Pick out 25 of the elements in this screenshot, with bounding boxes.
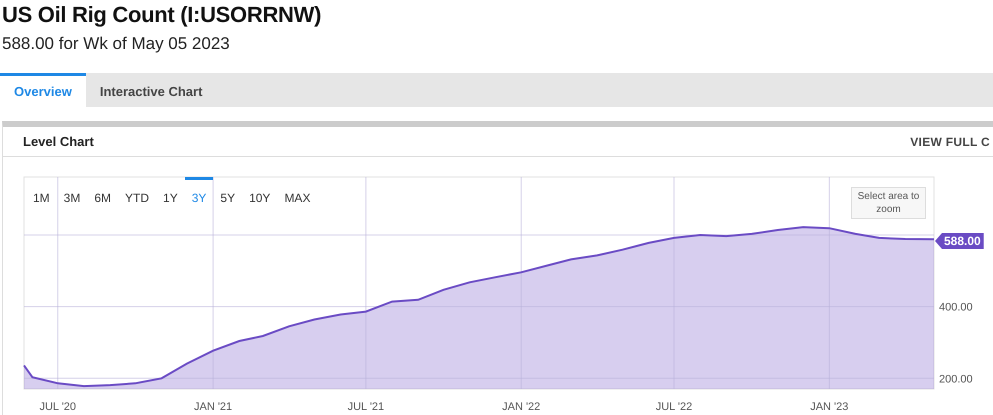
range-button[interactable]: 10Y (242, 177, 278, 209)
y-axis-label: 200.00 (939, 373, 973, 386)
range-button[interactable]: MAX (277, 177, 318, 209)
page-subtitle: 588.00 for Wk of May 05 2023 (2, 34, 230, 52)
range-button[interactable]: 3Y (184, 177, 214, 209)
x-axis-label: JAN '22 (502, 401, 540, 413)
zoom-hint: Select area to zoom (851, 187, 926, 219)
range-button[interactable]: 1M (26, 177, 57, 209)
range-button[interactable]: 6M (87, 177, 118, 209)
x-axis-label: JUL '20 (40, 401, 76, 413)
range-button[interactable]: 5Y (213, 177, 242, 209)
tab[interactable]: Interactive Chart (86, 73, 216, 107)
x-axis-label: JAN '21 (194, 401, 232, 413)
x-axis-label: JUL '22 (656, 401, 692, 413)
x-axis-label: JAN '23 (810, 401, 848, 413)
view-full-chart-link[interactable]: VIEW FULL C (910, 132, 990, 150)
tab[interactable]: Overview (0, 73, 86, 107)
last-value-badge: 588.00 (935, 233, 984, 249)
range-button[interactable]: 1Y (156, 177, 185, 209)
y-axis-label: 400.00 (939, 302, 973, 314)
range-button[interactable]: 3M (56, 177, 88, 209)
x-axis-label: JUL '21 (348, 401, 384, 413)
page-title: US Oil Rig Count (I:USORRNW) (2, 4, 322, 26)
panel-title: Level Chart (23, 132, 94, 151)
range-button[interactable]: YTD (118, 177, 156, 209)
